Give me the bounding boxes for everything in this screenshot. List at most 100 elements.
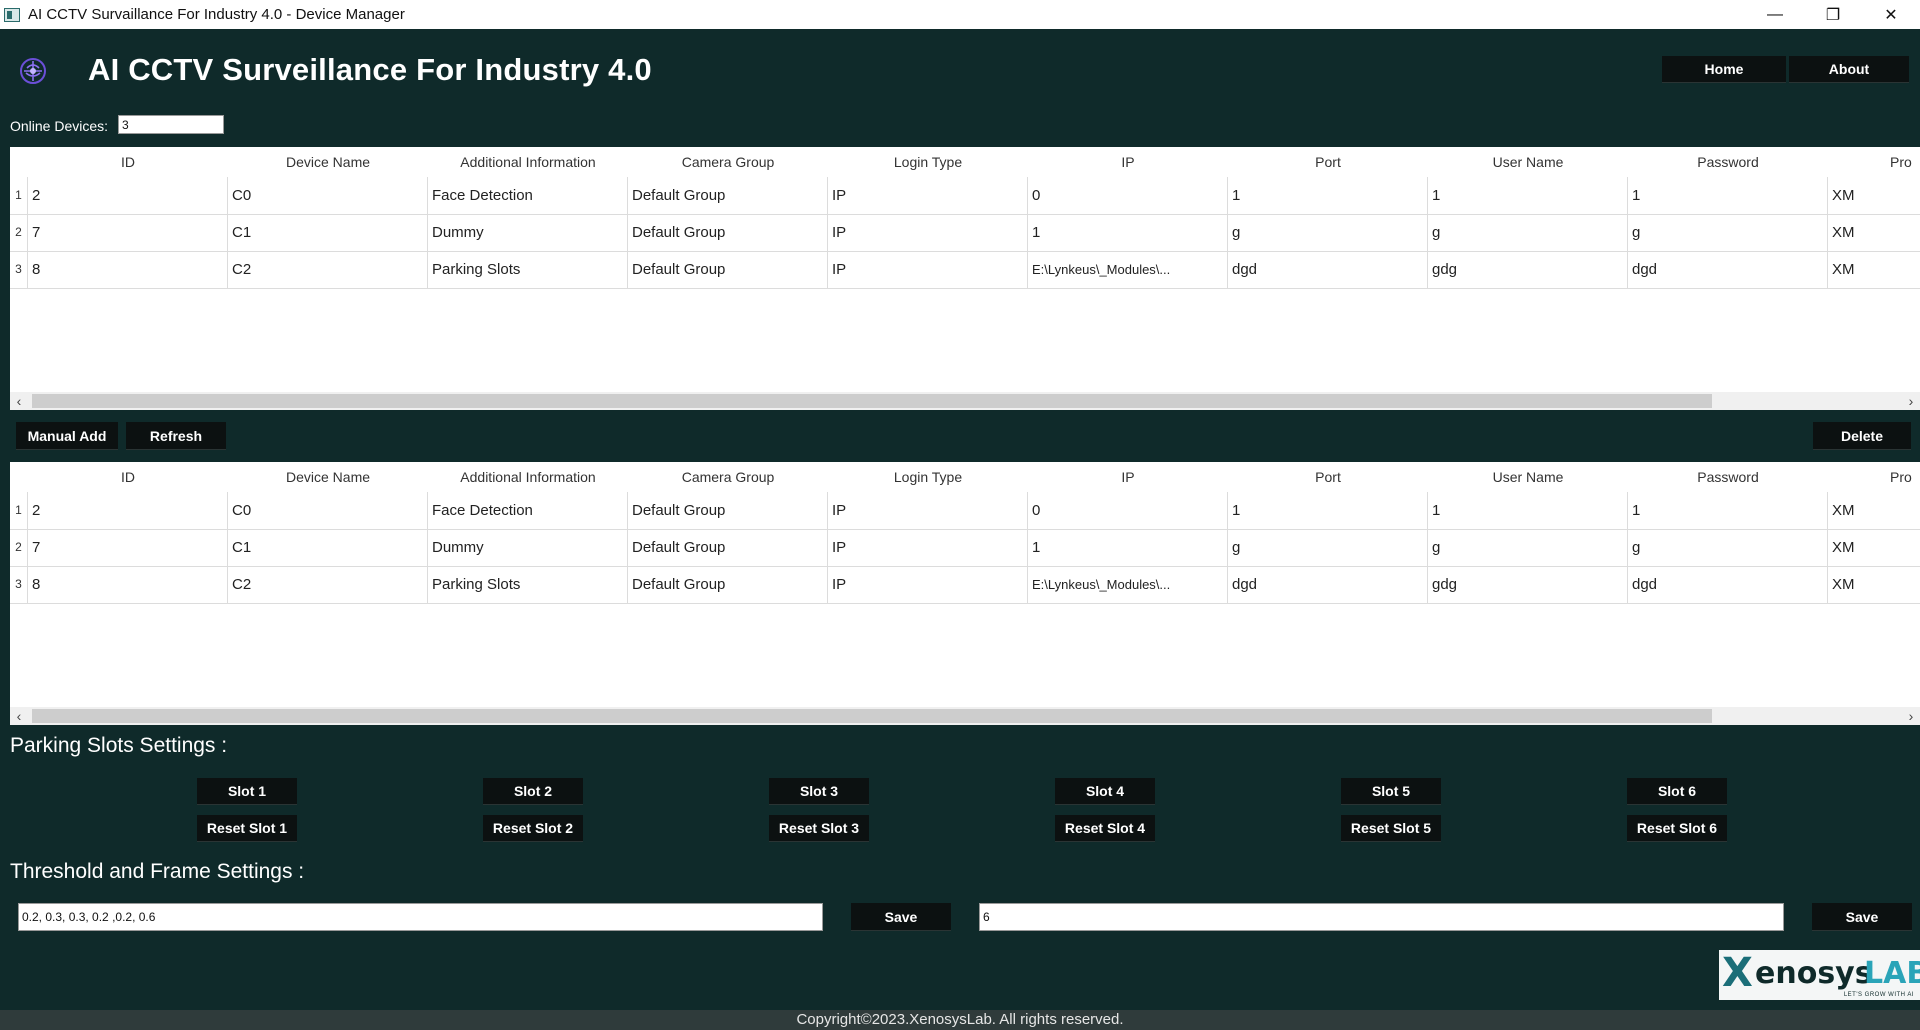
slot-5-button[interactable]: Slot 5 [1341, 778, 1441, 805]
column-header-id[interactable]: ID [28, 147, 228, 177]
reset-slot-3-button[interactable]: Reset Slot 3 [769, 815, 869, 842]
row-number[interactable]: 3 [10, 566, 28, 603]
reset-slot-4-button[interactable]: Reset Slot 4 [1055, 815, 1155, 842]
delete-button[interactable]: Delete [1813, 422, 1911, 450]
cell-ip[interactable]: E:\Lynkeus\_Modules\... [1028, 566, 1228, 603]
slot-6-button[interactable]: Slot 6 [1627, 778, 1727, 805]
cell-ip[interactable]: 0 [1028, 177, 1228, 214]
column-header-camera-group[interactable]: Camera Group [628, 147, 828, 177]
cell-additional-information[interactable]: Parking Slots [428, 566, 628, 603]
table-row[interactable]: 1 2 C0 Face Detection Default Group IP 0… [10, 177, 1920, 215]
save-threshold-button[interactable]: Save [851, 903, 951, 931]
horizontal-scrollbar[interactable]: ‹ › [10, 707, 1920, 725]
cell-camera-group[interactable]: Default Group [628, 566, 828, 603]
online-devices-field[interactable] [118, 115, 224, 134]
scrollbar-thumb[interactable] [32, 709, 1712, 723]
cell-camera-group[interactable]: Default Group [628, 177, 828, 214]
cell-port[interactable]: g [1228, 214, 1428, 251]
cell-additional-information[interactable]: Dummy [428, 529, 628, 566]
home-button[interactable]: Home [1662, 56, 1786, 83]
cell-pro[interactable]: XM [1828, 492, 1920, 529]
column-header-additional-information[interactable]: Additional Information [428, 147, 628, 177]
minimize-button[interactable]: — [1746, 0, 1804, 29]
refresh-button[interactable]: Refresh [126, 422, 226, 450]
cell-camera-group[interactable]: Default Group [628, 214, 828, 251]
reset-slot-6-button[interactable]: Reset Slot 6 [1627, 815, 1727, 842]
column-header-additional-information[interactable]: Additional Information [428, 462, 628, 492]
cell-login-type[interactable]: IP [828, 492, 1028, 529]
close-button[interactable]: ✕ [1862, 0, 1920, 29]
table-row[interactable]: 1 2 C0 Face Detection Default Group IP 0… [10, 492, 1920, 530]
column-header-device-name[interactable]: Device Name [228, 462, 428, 492]
cell-password[interactable]: g [1628, 529, 1828, 566]
cell-camera-group[interactable]: Default Group [628, 251, 828, 288]
cell-user-name[interactable]: gdg [1428, 251, 1628, 288]
cell-port[interactable]: 1 [1228, 177, 1428, 214]
cell-port[interactable]: 1 [1228, 492, 1428, 529]
cell-pro[interactable]: XM [1828, 214, 1920, 251]
scroll-right-icon[interactable]: › [1902, 392, 1920, 410]
cell-user-name[interactable]: 1 [1428, 177, 1628, 214]
save-frame-button[interactable]: Save [1812, 903, 1912, 931]
manual-add-button[interactable]: Manual Add [16, 422, 118, 450]
cell-id[interactable]: 7 [28, 529, 228, 566]
column-header-password[interactable]: Password [1628, 147, 1828, 177]
column-header-user-name[interactable]: User Name [1428, 462, 1628, 492]
column-header-camera-group[interactable]: Camera Group [628, 462, 828, 492]
cell-login-type[interactable]: IP [828, 529, 1028, 566]
frame-input[interactable] [979, 903, 1784, 931]
cell-additional-information[interactable]: Parking Slots [428, 251, 628, 288]
cell-user-name[interactable]: 1 [1428, 492, 1628, 529]
row-number[interactable]: 1 [10, 177, 28, 214]
cell-id[interactable]: 2 [28, 492, 228, 529]
cell-login-type[interactable]: IP [828, 214, 1028, 251]
cell-pro[interactable]: XM [1828, 177, 1920, 214]
row-number[interactable]: 2 [10, 214, 28, 251]
slot-2-button[interactable]: Slot 2 [483, 778, 583, 805]
cell-pro[interactable]: XM [1828, 566, 1920, 603]
cell-device-name[interactable]: C1 [228, 214, 428, 251]
cell-device-name[interactable]: C0 [228, 492, 428, 529]
restore-button[interactable]: ❐ [1804, 0, 1862, 29]
cell-ip[interactable]: 1 [1028, 529, 1228, 566]
cell-camera-group[interactable]: Default Group [628, 529, 828, 566]
about-button[interactable]: About [1789, 56, 1909, 83]
cell-login-type[interactable]: IP [828, 566, 1028, 603]
column-header-pro[interactable]: Pro [1890, 147, 1920, 177]
cell-ip[interactable]: 1 [1028, 214, 1228, 251]
cell-additional-information[interactable]: Face Detection [428, 177, 628, 214]
scroll-left-icon[interactable]: ‹ [10, 707, 28, 725]
scrollbar-thumb[interactable] [32, 394, 1712, 408]
threshold-input[interactable] [18, 903, 823, 931]
cell-password[interactable]: 1 [1628, 492, 1828, 529]
reset-slot-1-button[interactable]: Reset Slot 1 [197, 815, 297, 842]
cell-id[interactable]: 7 [28, 214, 228, 251]
cell-id[interactable]: 8 [28, 566, 228, 603]
slot-3-button[interactable]: Slot 3 [769, 778, 869, 805]
column-header-device-name[interactable]: Device Name [228, 147, 428, 177]
cell-user-name[interactable]: g [1428, 214, 1628, 251]
cell-pro[interactable]: XM [1828, 251, 1920, 288]
cell-id[interactable]: 2 [28, 177, 228, 214]
reset-slot-2-button[interactable]: Reset Slot 2 [483, 815, 583, 842]
column-header-ip[interactable]: IP [1028, 462, 1228, 492]
column-header-password[interactable]: Password [1628, 462, 1828, 492]
reset-slot-5-button[interactable]: Reset Slot 5 [1341, 815, 1441, 842]
table-row[interactable]: 2 7 C1 Dummy Default Group IP 1 g g g XM [10, 214, 1920, 252]
scroll-right-icon[interactable]: › [1902, 707, 1920, 725]
column-header-pro[interactable]: Pro [1890, 462, 1920, 492]
cell-id[interactable]: 8 [28, 251, 228, 288]
cell-port[interactable]: dgd [1228, 251, 1428, 288]
column-header-port[interactable]: Port [1228, 147, 1428, 177]
column-header-id[interactable]: ID [28, 462, 228, 492]
cell-password[interactable]: dgd [1628, 566, 1828, 603]
cell-additional-information[interactable]: Face Detection [428, 492, 628, 529]
table-row[interactable]: 2 7 C1 Dummy Default Group IP 1 g g g XM [10, 529, 1920, 567]
cell-device-name[interactable]: C2 [228, 566, 428, 603]
row-number[interactable]: 1 [10, 492, 28, 529]
cell-port[interactable]: dgd [1228, 566, 1428, 603]
cell-password[interactable]: g [1628, 214, 1828, 251]
cell-ip[interactable]: 0 [1028, 492, 1228, 529]
cell-user-name[interactable]: g [1428, 529, 1628, 566]
cell-login-type[interactable]: IP [828, 251, 1028, 288]
